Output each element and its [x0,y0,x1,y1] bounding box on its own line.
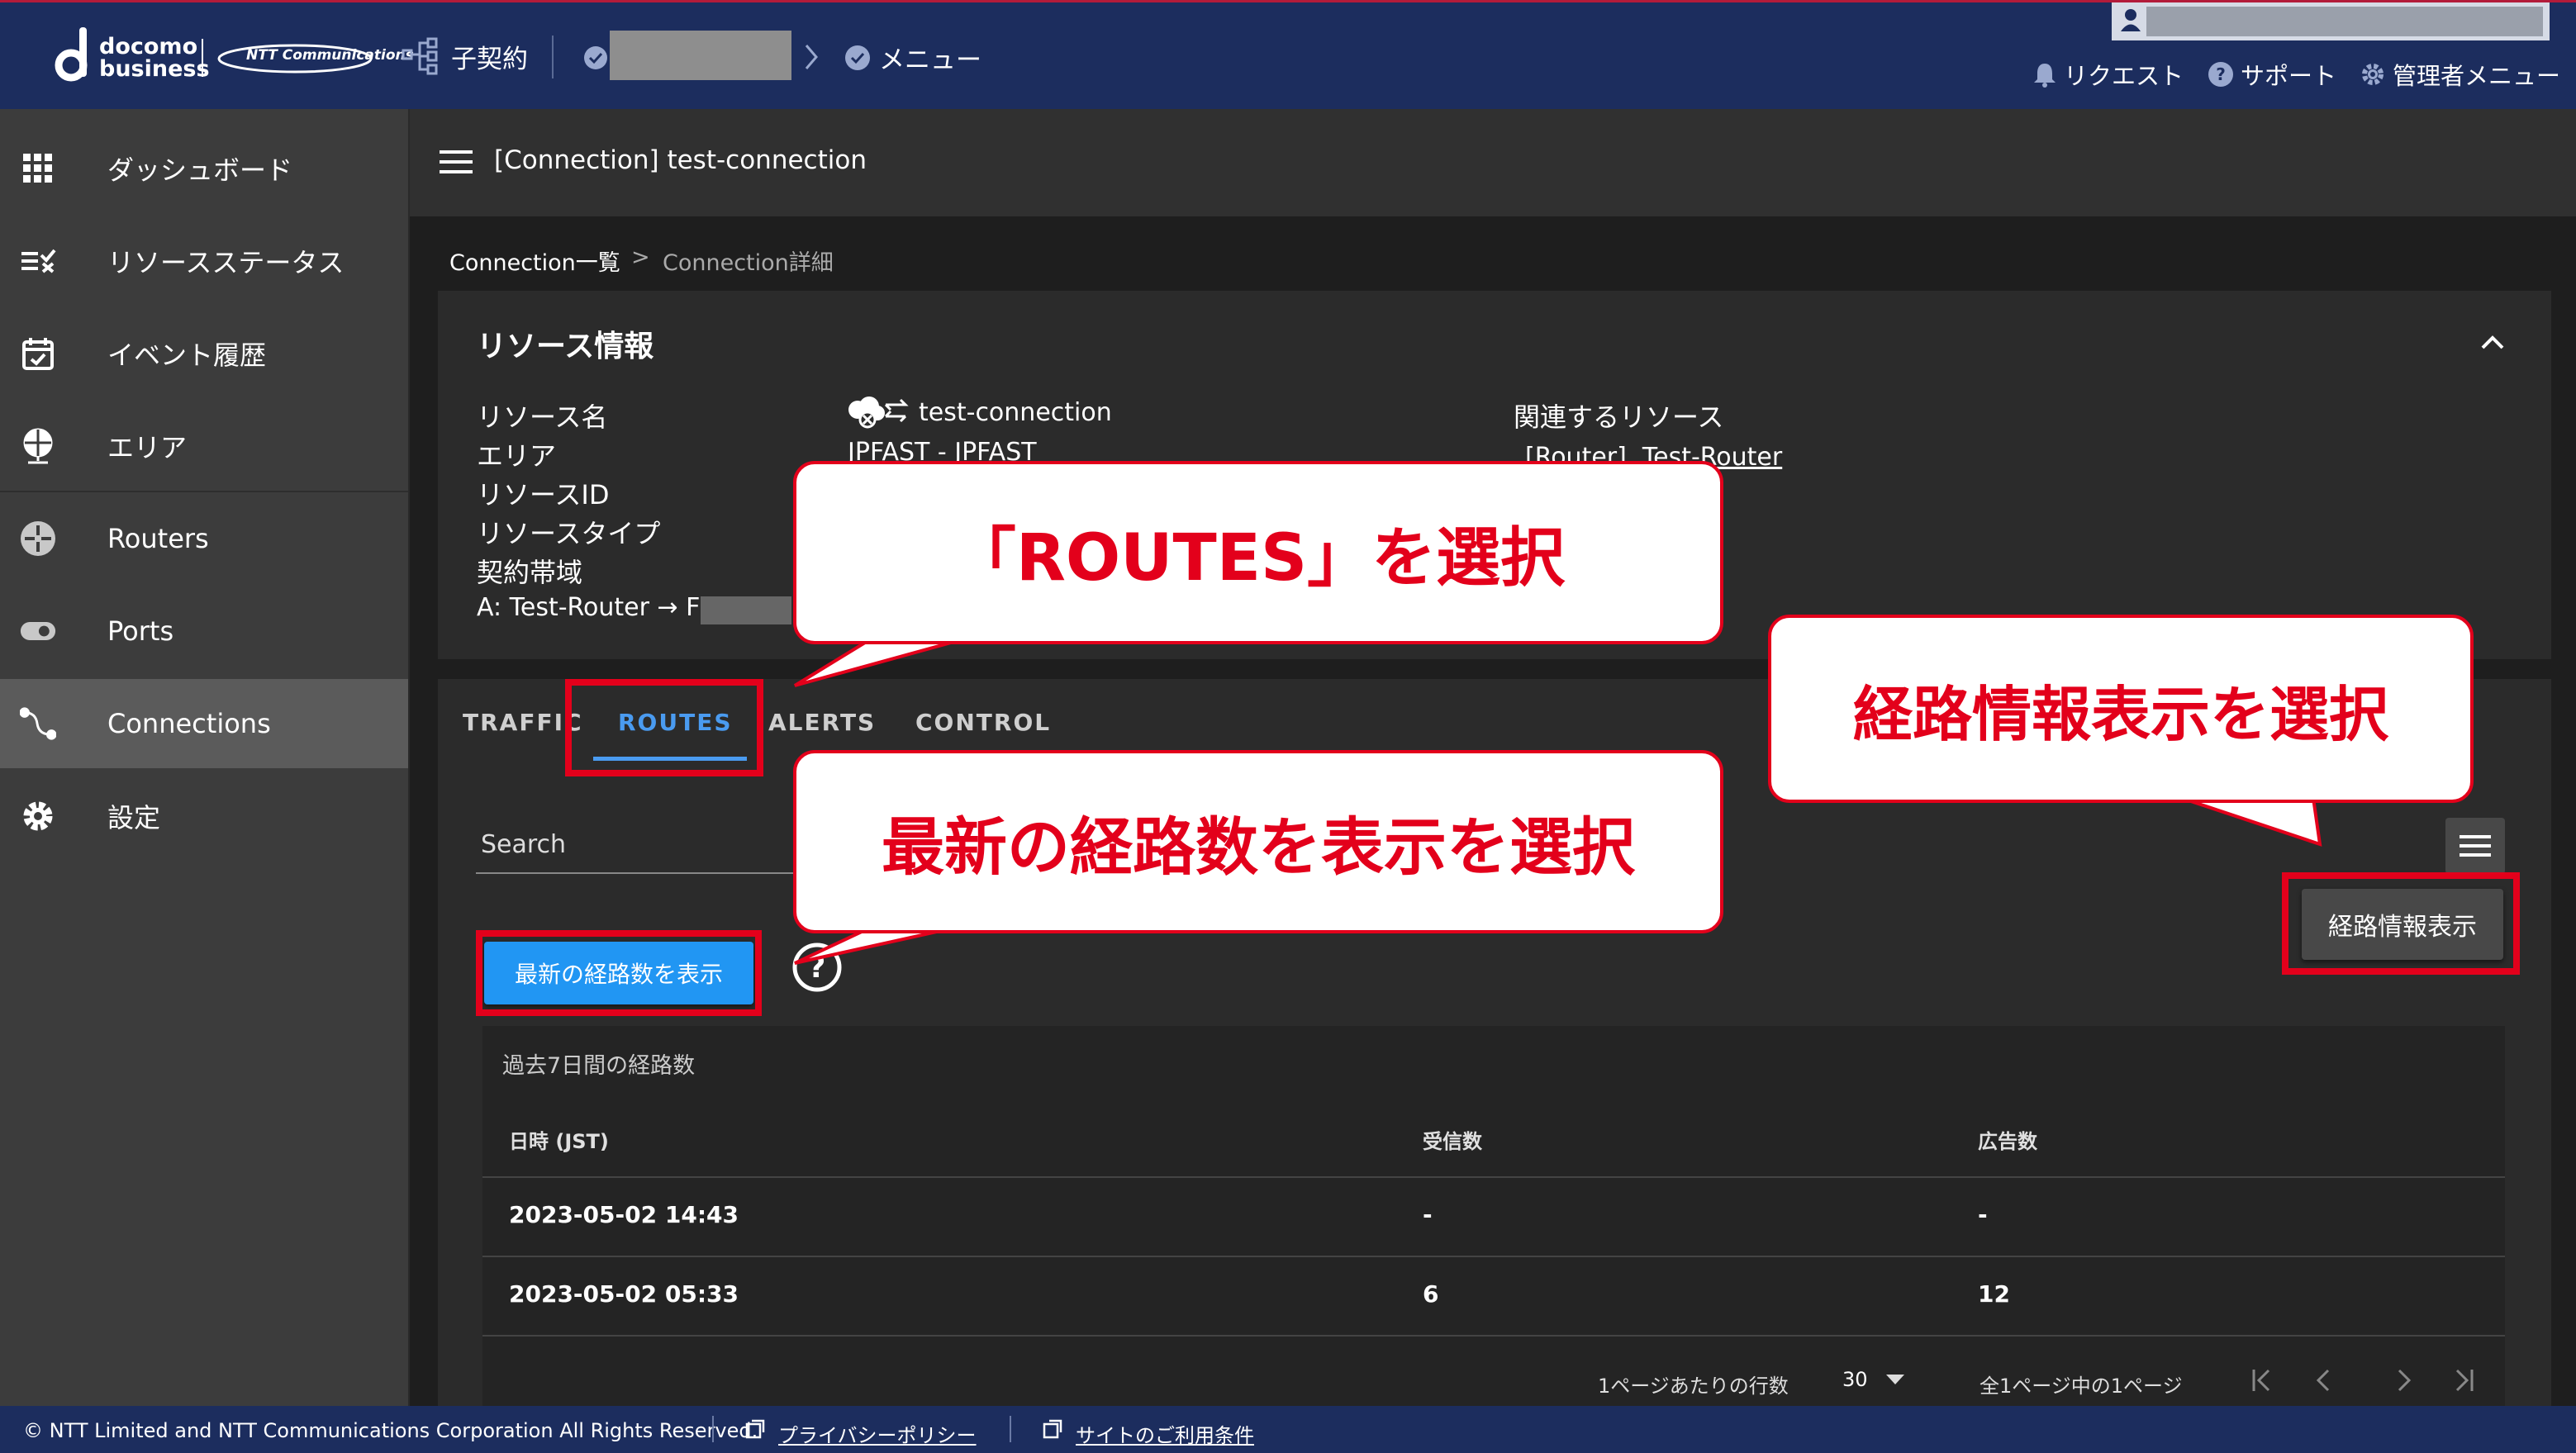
callout-select-route-info: 経路情報表示を選択 [1768,615,2474,803]
callout-select-routes: 「ROUTES」を選択 [793,461,1723,644]
callout-select-latest-routes: 最新の経路数を表示を選択 [793,750,1723,933]
